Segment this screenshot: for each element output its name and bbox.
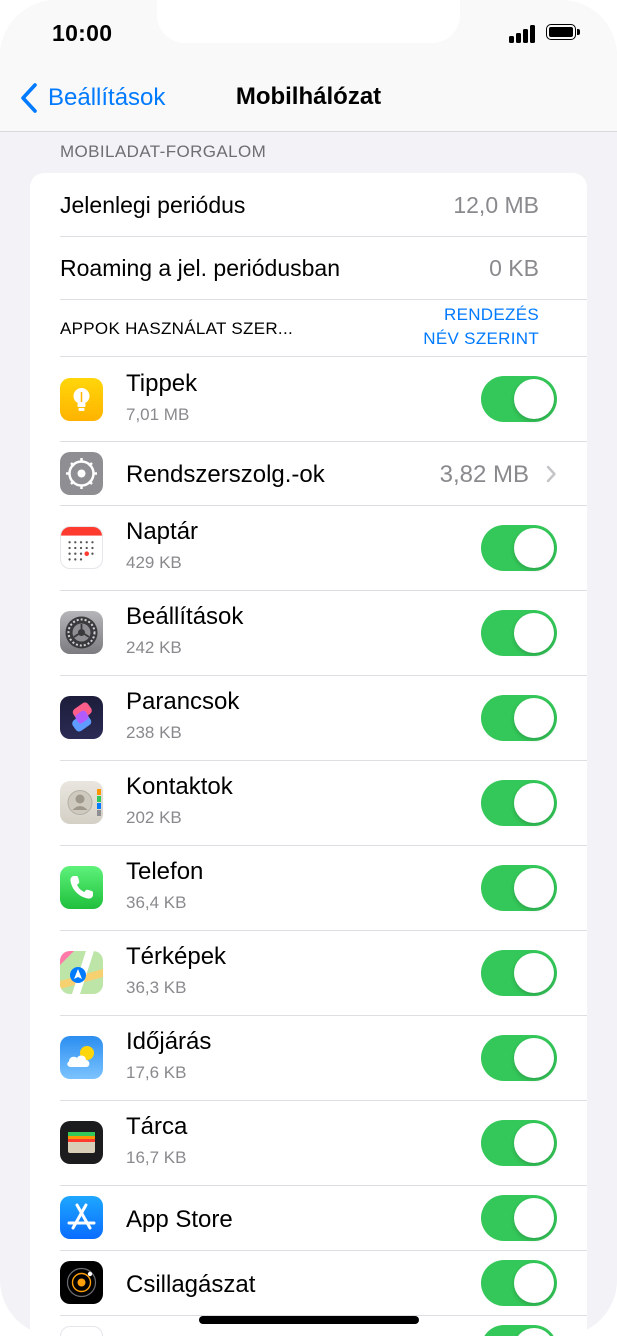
- sort-by-name-button[interactable]: RENDEZÉS NÉV SZERINT: [423, 303, 539, 351]
- sort-line-2: NÉV SZERINT: [423, 329, 539, 348]
- app-row-maps: Térképek 36,3 KB: [30, 931, 587, 1015]
- health-icon: [60, 1326, 103, 1336]
- app-name: Parancsok: [126, 688, 240, 715]
- app-row-app-store: App Store: [30, 1186, 587, 1250]
- app-name: App Store: [126, 1206, 233, 1233]
- phone-icon: [60, 866, 103, 909]
- app-name: Térképek: [126, 943, 227, 970]
- app-size: 36,3 KB: [126, 978, 187, 997]
- astronomy-icon: [60, 1261, 103, 1304]
- page-title: Mobilhálózat: [235, 83, 382, 110]
- app-size: 238 KB: [126, 723, 182, 742]
- astronomy-toggle[interactable]: [481, 1260, 557, 1306]
- tips-toggle[interactable]: [481, 376, 557, 422]
- maps-icon: [60, 951, 103, 994]
- weather-icon: [60, 1036, 103, 1079]
- app-size: 17,6 KB: [126, 1063, 187, 1082]
- app-row-astronomy: Csillagászat: [30, 1251, 587, 1315]
- current-period-value: 12,0 MB: [453, 192, 539, 218]
- contacts-toggle[interactable]: [481, 780, 557, 826]
- roaming-period-label: Roaming a jel. periódusban: [60, 255, 341, 281]
- health-toggle[interactable]: [481, 1325, 557, 1336]
- phone-screen: 10:00 Beállítások Mobilhálózat MOBILADAT…: [0, 0, 617, 1336]
- app-row-weather: Időjárás 17,6 KB: [30, 1016, 587, 1100]
- app-size: 429 KB: [126, 553, 182, 572]
- app-size: 36,4 KB: [126, 893, 187, 912]
- app-name: Rendszerszolg.-ok: [126, 461, 325, 488]
- app-row-shortcuts: Parancsok 238 KB: [30, 676, 587, 760]
- apps-header-title: APPOK HASZNÁLAT SZER...: [60, 319, 293, 338]
- app-size: 7,01 MB: [126, 405, 190, 424]
- current-period-row: Jelenlegi periódus 12,0 MB: [30, 173, 587, 236]
- wallet-icon: [60, 1121, 103, 1164]
- app-size: 202 KB: [126, 808, 182, 827]
- app-row-contacts: Kontaktok 202 KB: [30, 761, 587, 845]
- navigation-bar: 10:00 Beállítások Mobilhálózat: [0, 0, 617, 132]
- home-indicator[interactable]: [199, 1316, 419, 1324]
- app-name: Naptár: [126, 518, 199, 545]
- shortcuts-icon: [60, 696, 103, 739]
- section-header: MOBILADAT-FORGALOM: [60, 142, 267, 161]
- wallet-toggle[interactable]: [481, 1120, 557, 1166]
- app-name: Csillagászat: [126, 1271, 256, 1298]
- notch: [157, 0, 460, 43]
- app-name: Telefon: [126, 858, 204, 885]
- app-row-wallet: Tárca 16,7 KB: [30, 1101, 587, 1185]
- system-services-icon: [60, 452, 103, 495]
- app-name: Időjárás: [126, 1028, 212, 1055]
- settings-icon: [60, 611, 103, 654]
- cellular-signal-icon: [509, 25, 537, 43]
- current-period-label: Jelenlegi periódus: [60, 192, 246, 218]
- chevron-right-icon: [546, 465, 556, 483]
- app-name: Tárca: [126, 1113, 188, 1140]
- shortcuts-toggle[interactable]: [481, 695, 557, 741]
- app-size: 242 KB: [126, 638, 182, 657]
- sort-line-1: RENDEZÉS: [444, 305, 539, 324]
- calendar-toggle[interactable]: [481, 525, 557, 571]
- system-services-size: 3,82 MB: [439, 461, 529, 488]
- app-name: Tippek: [126, 370, 198, 397]
- app-row-settings: Beállítások 242 KB: [30, 591, 587, 675]
- app-row-tips: Tippek 7,01 MB: [30, 357, 587, 441]
- app-store-icon: [60, 1196, 103, 1239]
- status-time: 10:00: [52, 20, 113, 46]
- contacts-icon: [60, 781, 103, 824]
- tips-icon: [60, 378, 103, 421]
- settings-toggle[interactable]: [481, 610, 557, 656]
- app-row-phone: Telefon 36,4 KB: [30, 846, 587, 930]
- apps-header-row: APPOK HASZNÁLAT SZER... RENDEZÉS NÉV SZE…: [30, 300, 587, 356]
- app-name: Kontaktok: [126, 773, 233, 800]
- app-row-system-services[interactable]: Rendszerszolg.-ok 3,82 MB: [30, 442, 587, 505]
- maps-toggle[interactable]: [481, 950, 557, 996]
- battery-icon: [546, 24, 580, 42]
- phone-toggle[interactable]: [481, 865, 557, 911]
- usage-list: Jelenlegi periódus 12,0 MB Roaming a jel…: [30, 173, 587, 1336]
- calendar-icon: [60, 526, 103, 569]
- weather-toggle[interactable]: [481, 1035, 557, 1081]
- roaming-period-row: Roaming a jel. periódusban 0 KB: [30, 237, 587, 299]
- app-row-calendar: Naptár 429 KB: [30, 506, 587, 590]
- app-size: 16,7 KB: [126, 1148, 187, 1167]
- app-name: Beállítások: [126, 603, 244, 630]
- app-store-toggle[interactable]: [481, 1195, 557, 1241]
- roaming-period-value: 0 KB: [489, 255, 539, 281]
